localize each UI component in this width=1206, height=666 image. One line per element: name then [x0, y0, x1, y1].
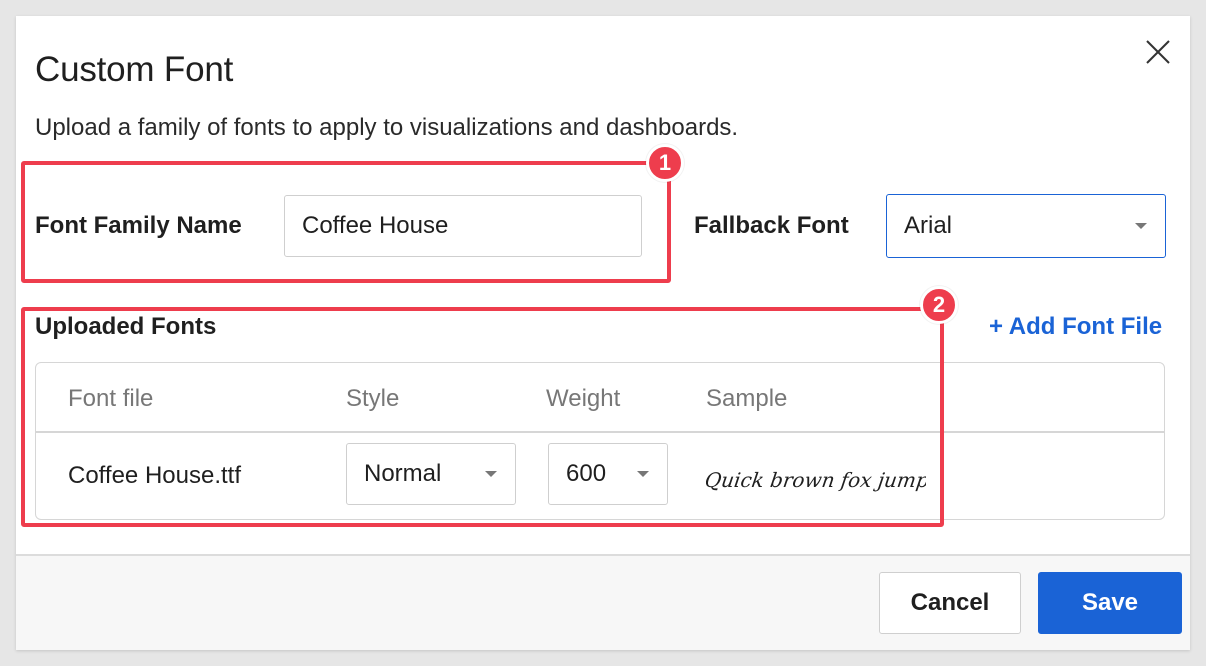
chevron-down-icon — [1135, 223, 1147, 229]
close-button[interactable] — [1144, 38, 1172, 66]
annotation-badge-1: 1 — [646, 144, 684, 182]
fallback-font-select[interactable]: Arial — [886, 194, 1166, 258]
annotation-box-1 — [21, 161, 671, 283]
annotation-badge-2: 2 — [920, 286, 958, 324]
cancel-button[interactable]: Cancel — [879, 572, 1021, 634]
close-icon — [1146, 40, 1170, 64]
fallback-font-value: Arial — [904, 212, 953, 239]
dialog-title: Custom Font — [35, 50, 234, 89]
fallback-font-label: Fallback Font — [694, 212, 849, 239]
footer-divider — [16, 554, 1190, 556]
add-font-file-link[interactable]: + Add Font File — [989, 313, 1162, 341]
dialog-subtitle: Upload a family of fonts to apply to vis… — [35, 114, 739, 141]
save-button[interactable]: Save — [1038, 572, 1182, 634]
annotation-box-2 — [21, 307, 944, 527]
